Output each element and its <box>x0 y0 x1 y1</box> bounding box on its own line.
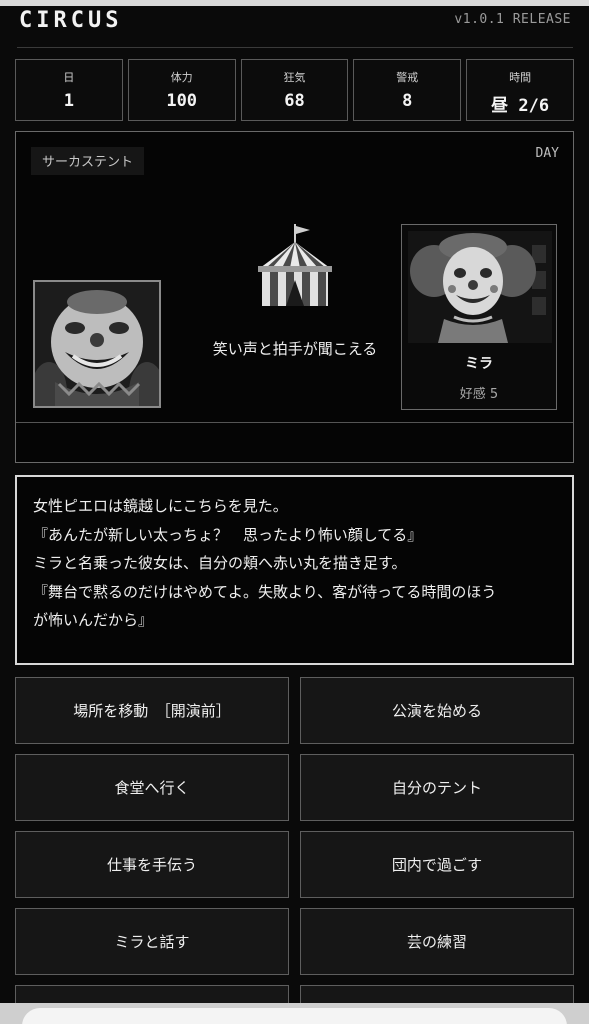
stat-value: 100 <box>166 91 198 111</box>
npc-portrait <box>408 231 552 343</box>
scene-divider <box>16 422 573 423</box>
stat-alert: 警戒 8 <box>353 59 462 121</box>
scene-panel: サーカステント DAY 笑い声と拍手が聞こえる ミラ 好感 5 <box>15 131 574 463</box>
bottom-sheet-handle[interactable] <box>22 1008 567 1024</box>
talk-to-mira-button[interactable]: ミラと話す <box>15 908 289 975</box>
dialog-line: 『舞台で黙るのだけはやめてよ。失敗より、客が待ってる時間のほう <box>33 582 497 601</box>
stat-label: 体力 <box>170 71 193 84</box>
stat-label: 警戒 <box>396 71 419 84</box>
stat-label: 狂気 <box>283 71 306 84</box>
stat-value: 1 <box>63 91 75 111</box>
dialog-line: ミラと名乗った彼女は、自分の頬へ赤い丸を描き足す。 <box>33 554 407 572</box>
help-work-button[interactable]: 仕事を手伝う <box>15 831 289 898</box>
game-logo: CIRCUS <box>19 8 123 33</box>
move-location-button[interactable]: 場所を移動 ［開演前］ <box>15 677 289 744</box>
start-performance-button[interactable]: 公演を始める <box>300 677 574 744</box>
female-clown-portrait-icon <box>408 231 552 343</box>
fat-clown-portrait-icon <box>35 282 159 406</box>
player-portrait <box>33 280 161 408</box>
dialog-line: 女性ピエロは鏡越しにこちらを見た。 <box>33 497 288 515</box>
action-button-partial[interactable] <box>300 985 574 1005</box>
stat-label: 時間 <box>509 71 532 84</box>
own-tent-button[interactable]: 自分のテント <box>300 754 574 821</box>
stat-madness: 狂気 68 <box>240 59 349 121</box>
practice-act-button[interactable]: 芸の練習 <box>300 908 574 975</box>
action-button-partial[interactable] <box>15 985 289 1005</box>
dialog-box: 女性ピエロは鏡越しにこちらを見た。 『あんたが新しい太っちょ？ 思ったより怖い顔… <box>15 475 574 665</box>
action-grid: 場所を移動 ［開演前］ 公演を始める 食堂へ行く 自分のテント 仕事を手伝う 団… <box>15 677 574 1005</box>
scene-description: 笑い声と拍手が聞こえる <box>212 340 378 358</box>
circus-tent-icon <box>258 224 332 306</box>
stat-value: 昼 2/6 <box>491 96 550 116</box>
location-badge: サーカステント <box>31 147 145 175</box>
stat-value: 8 <box>402 91 413 111</box>
stat-label: 日 <box>63 71 75 84</box>
time-of-day-label: DAY <box>535 146 559 161</box>
npc-card[interactable]: ミラ 好感 5 <box>401 224 557 410</box>
npc-affinity: 好感 5 <box>459 387 499 402</box>
stat-stamina: 体力 100 <box>127 59 236 121</box>
go-dining-hall-button[interactable]: 食堂へ行く <box>15 754 289 821</box>
stats-bar: 日 1 体力 100 狂気 68 警戒 8 時間 昼 2/6 <box>15 59 574 121</box>
version-label: v1.0.1 RELEASE <box>454 12 571 27</box>
stat-value: 68 <box>284 91 305 111</box>
stat-time: 時間 昼 2/6 <box>466 59 574 121</box>
spend-time-troupe-button[interactable]: 団内で過ごす <box>300 831 574 898</box>
dialog-line: が怖いんだから』 <box>33 611 154 629</box>
npc-name: ミラ <box>465 356 493 372</box>
stat-day: 日 1 <box>15 59 123 121</box>
header: CIRCUS v1.0.1 RELEASE <box>17 6 573 48</box>
dialog-line: 『あんたが新しい太っちょ？ 思ったより怖い顔してる』 <box>33 525 423 544</box>
